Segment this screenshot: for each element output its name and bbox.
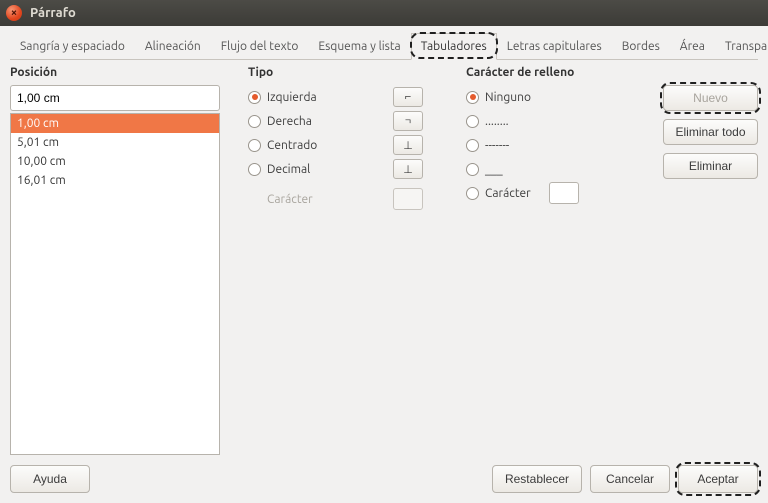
type-heading: Tipo: [248, 66, 448, 79]
position-list[interactable]: 1,00 cm 5,01 cm 10,00 cm 16,01 cm: [10, 113, 220, 455]
tab-flujo[interactable]: Flujo del texto: [211, 33, 309, 60]
accept-label: Aceptar: [697, 472, 738, 486]
align-decimal-icon[interactable]: ⊥: [393, 159, 423, 179]
tab-capitulares[interactable]: Letras capitulares: [497, 33, 612, 60]
position-input[interactable]: [10, 85, 220, 111]
fill-heading: Carácter de relleno: [466, 66, 636, 79]
dialog-content: Sangría y espaciado Alineación Flujo del…: [0, 26, 768, 503]
align-center-icon[interactable]: ⊥: [393, 135, 423, 155]
tab-panel: Posición 1,00 cm 5,01 cm 10,00 cm 16,01 …: [10, 60, 758, 455]
new-button[interactable]: Nuevo: [663, 85, 758, 111]
window-close-button[interactable]: ×: [6, 5, 22, 21]
help-button[interactable]: Ayuda: [10, 465, 90, 493]
side-buttons-column: Nuevo Eliminar todo Eliminar: [654, 66, 758, 455]
radio-center[interactable]: [248, 139, 261, 152]
help-label: Ayuda: [33, 472, 67, 486]
list-item[interactable]: 1,00 cm: [11, 114, 219, 133]
decimal-char-input: [393, 188, 423, 210]
reset-label: Restablecer: [505, 472, 569, 486]
cancel-button[interactable]: Cancelar: [590, 465, 670, 493]
radio-fill-under-label: ___: [485, 163, 503, 176]
fill-column: Carácter de relleno Ninguno ........ ---…: [466, 66, 636, 455]
fill-char-input[interactable]: [549, 182, 579, 204]
tab-area[interactable]: Área: [670, 33, 715, 60]
titlebar: × Párrafo: [0, 0, 768, 26]
align-right-icon[interactable]: ¬: [393, 111, 423, 131]
delete-all-button[interactable]: Eliminar todo: [663, 119, 758, 145]
tab-alineacion[interactable]: Alineación: [135, 33, 211, 60]
position-heading: Posición: [10, 66, 230, 79]
new-button-label: Nuevo: [693, 91, 728, 105]
tab-bar: Sangría y espaciado Alineación Flujo del…: [10, 32, 758, 60]
radio-fill-dots[interactable]: [466, 115, 479, 128]
position-column: Posición 1,00 cm 5,01 cm 10,00 cm 16,01 …: [10, 66, 230, 455]
list-item[interactable]: 10,00 cm: [11, 152, 219, 171]
tab-tabuladores-label: Tabuladores: [421, 40, 487, 53]
dialog-footer: Ayuda Restablecer Cancelar Aceptar: [10, 455, 758, 493]
decimal-char-label: Carácter: [267, 193, 313, 206]
accept-button[interactable]: Aceptar: [678, 465, 758, 493]
tab-sangria[interactable]: Sangría y espaciado: [10, 33, 135, 60]
radio-fill-dashes[interactable]: [466, 139, 479, 152]
radio-left-label: Izquierda: [267, 91, 317, 104]
radio-decimal-label: Decimal: [267, 163, 310, 176]
radio-center-label: Centrado: [267, 139, 317, 152]
list-item[interactable]: 5,01 cm: [11, 133, 219, 152]
radio-fill-dashes-label: -------: [485, 139, 509, 152]
radio-fill-under[interactable]: [466, 163, 479, 176]
delete-label: Eliminar: [689, 159, 732, 173]
radio-fill-char[interactable]: [466, 187, 479, 200]
radio-right[interactable]: [248, 115, 261, 128]
radio-fill-dots-label: ........: [485, 115, 509, 128]
radio-left[interactable]: [248, 91, 261, 104]
tab-esquema[interactable]: Esquema y lista: [308, 33, 410, 60]
cancel-label: Cancelar: [606, 472, 654, 486]
reset-button[interactable]: Restablecer: [492, 465, 582, 493]
align-left-icon[interactable]: ⌐: [393, 87, 423, 107]
list-item[interactable]: 16,01 cm: [11, 171, 219, 190]
radio-right-label: Derecha: [267, 115, 312, 128]
radio-decimal[interactable]: [248, 163, 261, 176]
tab-bordes[interactable]: Bordes: [612, 33, 670, 60]
radio-fill-char-label: Carácter: [485, 187, 531, 200]
delete-all-label: Eliminar todo: [675, 125, 745, 139]
delete-button[interactable]: Eliminar: [663, 153, 758, 179]
tab-tabuladores[interactable]: Tabuladores: [411, 33, 497, 60]
radio-fill-none-label: Ninguno: [485, 91, 531, 104]
tab-transparencia[interactable]: Transparencia: [715, 33, 768, 60]
window-title: Párrafo: [30, 6, 76, 20]
radio-fill-none[interactable]: [466, 91, 479, 104]
type-column: Tipo Izquierda ⌐ Derecha ¬ Centrado ⊥ De…: [248, 66, 448, 455]
